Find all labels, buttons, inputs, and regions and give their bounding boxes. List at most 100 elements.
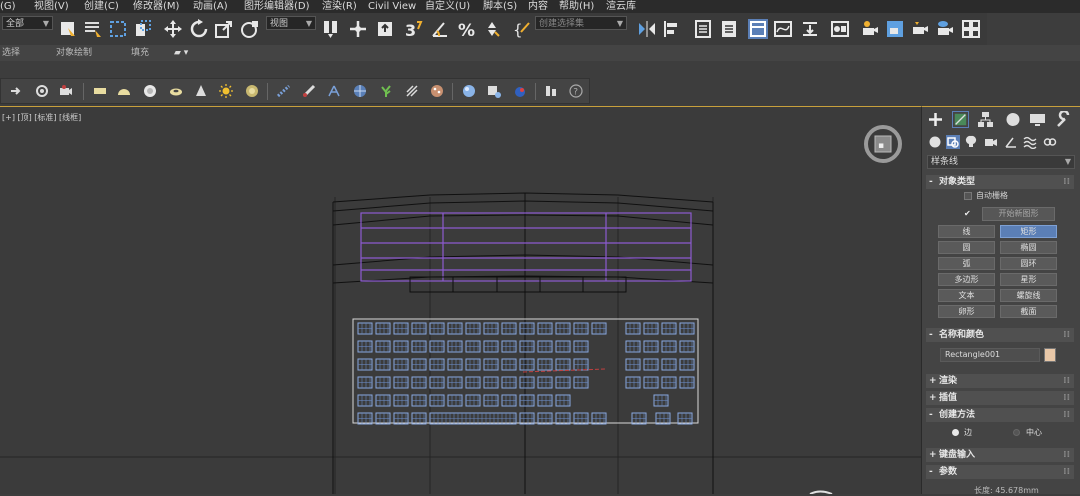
- shape-category-dropdown[interactable]: 样条线 ▼: [927, 155, 1075, 169]
- donut-button[interactable]: 圆环: [1000, 257, 1057, 270]
- ribbon-tab-selection[interactable]: 选择: [2, 45, 20, 61]
- ribbon-options-icon[interactable]: ▰ ▾: [174, 45, 188, 61]
- cameras-category-icon[interactable]: [984, 135, 998, 149]
- a360-gallery-icon[interactable]: [961, 19, 981, 39]
- menu-cloud-library[interactable]: 渲云库: [606, 0, 636, 13]
- center-radio[interactable]: [1013, 429, 1020, 436]
- hair-brush-icon[interactable]: [405, 84, 419, 98]
- section-button[interactable]: 截面: [1000, 305, 1057, 318]
- edge-radio[interactable]: [952, 429, 959, 436]
- ribbon-tab-object-paint[interactable]: 对象绘制: [56, 45, 92, 61]
- walkthrough-icon[interactable]: [9, 84, 23, 98]
- menu-civil-view[interactable]: Civil View: [368, 0, 416, 13]
- move-icon[interactable]: [163, 19, 183, 39]
- display-tab-icon[interactable]: [1029, 111, 1046, 128]
- schematic-view-icon[interactable]: [800, 19, 820, 39]
- menu-create[interactable]: 创建(C): [84, 0, 119, 13]
- menu-customize[interactable]: 自定义(U): [425, 0, 470, 13]
- material-editor-icon[interactable]: [830, 19, 850, 39]
- particle-flow-icon[interactable]: [276, 84, 291, 98]
- motion-tab-icon[interactable]: [1004, 111, 1021, 128]
- curve-editor-icon[interactable]: [773, 19, 793, 39]
- selection-filter-dropdown[interactable]: 全部 ▼: [2, 16, 53, 30]
- spacewarps-category-icon[interactable]: [1023, 135, 1037, 150]
- rectangular-selection-icon[interactable]: [108, 19, 128, 39]
- sun-light-icon[interactable]: [219, 84, 233, 98]
- skylight-icon[interactable]: [245, 84, 259, 98]
- systems-category-icon[interactable]: [1043, 135, 1057, 149]
- sphere-icon[interactable]: [143, 84, 157, 98]
- select-by-name-icon[interactable]: [83, 19, 103, 39]
- egg-button[interactable]: 卵形: [938, 305, 995, 318]
- material-sphere-icon[interactable]: [462, 84, 476, 98]
- biped-icon[interactable]: [327, 84, 341, 98]
- arc-button[interactable]: 弧: [938, 257, 995, 270]
- torus-icon[interactable]: [169, 84, 183, 98]
- render-production-icon[interactable]: [910, 19, 930, 39]
- scatter-icon[interactable]: [430, 84, 444, 98]
- utilities-tab-icon[interactable]: [1055, 109, 1072, 128]
- menu-help[interactable]: 帮助(H): [559, 0, 594, 13]
- menu-animation[interactable]: 动画(A): [193, 0, 228, 13]
- render-in-cloud-icon[interactable]: [935, 19, 955, 39]
- lights-category-icon[interactable]: [964, 135, 978, 149]
- menu-view[interactable]: 视图(V): [34, 0, 69, 13]
- object-color-swatch[interactable]: [1044, 348, 1056, 362]
- start-new-shape-checkbox[interactable]: ✔: [964, 210, 972, 218]
- ribbon-toggle-icon[interactable]: [748, 19, 768, 39]
- globe-scatter-icon[interactable]: [353, 84, 367, 98]
- layer-explorer-icon[interactable]: [719, 19, 739, 39]
- menu-rendering[interactable]: 渲染(R): [322, 0, 357, 13]
- bone-icon[interactable]: [302, 84, 316, 98]
- plane-icon[interactable]: [93, 84, 107, 98]
- dome-icon[interactable]: [117, 84, 131, 98]
- autogrid-checkbox[interactable]: [964, 192, 972, 200]
- menu-scripting[interactable]: 脚本(S): [483, 0, 517, 13]
- object-type-rollout[interactable]: - 对象类型 ⁞⁞: [926, 175, 1074, 189]
- viewcube-icon[interactable]: ▪: [863, 124, 903, 164]
- length-field[interactable]: 长度: 45.678mm: [974, 485, 1039, 496]
- ngon-button[interactable]: 多边形: [938, 273, 995, 286]
- orbit-icon[interactable]: [35, 84, 49, 98]
- named-selection-set-dropdown[interactable]: 创建选择集 ▼: [535, 16, 627, 30]
- mirror-icon[interactable]: [637, 19, 657, 39]
- rectangle-button[interactable]: 矩形: [1000, 225, 1057, 238]
- object-name-input[interactable]: Rectangle001: [940, 348, 1040, 362]
- menu-content[interactable]: 内容: [528, 0, 548, 13]
- helix-button[interactable]: 螺旋线: [1000, 289, 1057, 302]
- pivot-center-icon[interactable]: [321, 19, 341, 39]
- geometry-category-icon[interactable]: [928, 135, 942, 149]
- reference-coord-dropdown[interactable]: 视图 ▼: [266, 16, 316, 30]
- place-icon[interactable]: [240, 19, 260, 39]
- scale-icon[interactable]: [214, 19, 234, 39]
- keyboard-shortcut-icon[interactable]: [375, 19, 395, 39]
- menu-group[interactable]: (G): [0, 0, 16, 13]
- keyboard-entry-rollout[interactable]: + 键盘输入 ⁞⁞: [926, 448, 1074, 462]
- star-button[interactable]: 星形: [1000, 273, 1057, 286]
- select-object-icon[interactable]: [58, 19, 78, 39]
- creation-method-rollout[interactable]: - 创建方法 ⁞⁞: [926, 408, 1074, 422]
- angle-snap-icon[interactable]: [430, 19, 450, 39]
- text-button[interactable]: 文本: [938, 289, 995, 302]
- menu-modifiers[interactable]: 修改器(M): [133, 0, 179, 13]
- select-manipulate-icon[interactable]: [348, 19, 368, 39]
- interpolation-rollout[interactable]: + 插值 ⁞⁞: [926, 391, 1074, 405]
- ellipse-button[interactable]: 椭圆: [1000, 241, 1057, 254]
- top-viewport[interactable]: [+] [顶] [标准] [线框] ▪: [0, 106, 921, 494]
- cone-icon[interactable]: [194, 84, 208, 98]
- tools-options-icon[interactable]: [544, 84, 558, 98]
- rotate-icon[interactable]: [189, 19, 209, 39]
- modify-tab-icon[interactable]: [952, 111, 969, 128]
- window-crossing-icon[interactable]: [133, 19, 153, 39]
- percent-snap-icon[interactable]: %: [457, 19, 477, 41]
- line-button[interactable]: 线: [938, 225, 995, 238]
- help-icon[interactable]: ?: [569, 84, 583, 98]
- align-icon[interactable]: [662, 19, 682, 39]
- spinner-snap-icon[interactable]: [482, 19, 502, 39]
- material-assign-icon[interactable]: [487, 84, 501, 98]
- foliage-icon[interactable]: [379, 84, 393, 98]
- rendering-rollout[interactable]: + 渲染 ⁞⁞: [926, 374, 1074, 388]
- menu-graph-editors[interactable]: 图形编辑器(D): [244, 0, 310, 13]
- snaps-toggle-icon[interactable]: 3: [404, 19, 424, 40]
- hierarchy-tab-icon[interactable]: [977, 111, 994, 128]
